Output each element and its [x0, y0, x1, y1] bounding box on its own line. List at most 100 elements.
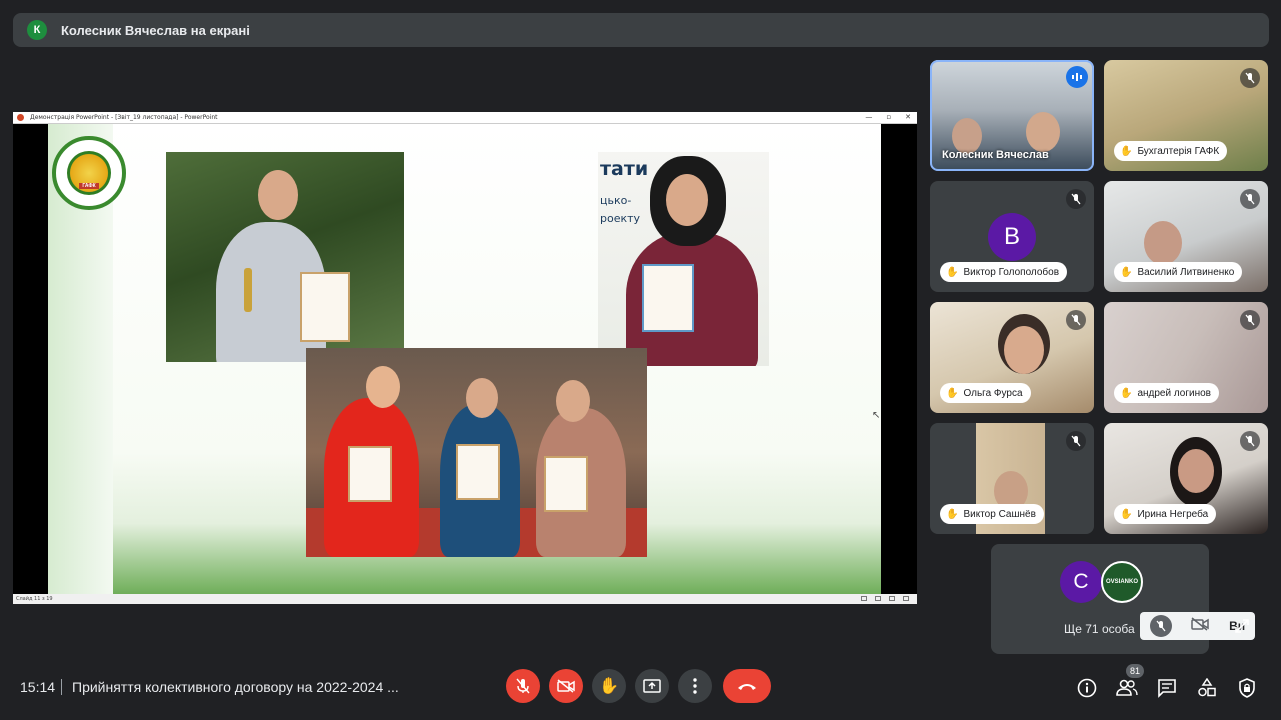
hand-icon: ✋ — [599, 678, 619, 695]
normal-view-icon — [875, 596, 881, 601]
participant-name-chip: ✋ Виктор Сашнёв — [940, 504, 1044, 524]
hand-icon: ✋ — [946, 266, 959, 278]
info-icon — [1077, 678, 1097, 698]
slide-heading-fragment: тати — [600, 158, 649, 180]
present-screen-button[interactable] — [635, 669, 669, 703]
presenting-label: Колесник Вячеслав на екрані — [61, 22, 250, 38]
presenting-banner: К Колесник Вячеслав на екрані — [13, 13, 1269, 47]
mic-off-icon — [1066, 189, 1086, 209]
participant-tile[interactable]: ✋ Василий Литвиненко — [1104, 181, 1268, 292]
participant-name-chip: ✋ Василий Литвиненко — [1114, 262, 1243, 282]
mic-toggle-button[interactable] — [506, 669, 540, 703]
wheat-emblem: ГАФК — [67, 151, 111, 195]
participant-name: Виктор Сашнёв — [963, 508, 1036, 520]
hang-up-icon — [738, 684, 756, 690]
ovsianko-logo: OVSIANKO — [1101, 561, 1143, 603]
more-options-button[interactable] — [678, 669, 712, 703]
participant-name-chip: ✋ андрей логинов — [1114, 383, 1219, 403]
title-divider — [61, 679, 62, 695]
slide-counter: Слайд 11 з 19 — [16, 596, 53, 602]
participant-name-chip: ✋ Ирина Негреба — [1114, 504, 1217, 524]
hand-icon: ✋ — [1120, 387, 1133, 399]
meet-window: К Колесник Вячеслав на екрані Демонстрац… — [0, 0, 1281, 720]
participant-tile[interactable]: ✋ Виктор Сашнёв — [930, 423, 1094, 534]
meeting-info-button[interactable] — [1076, 677, 1098, 699]
participant-name-chip: ✋ Бухгалтерія ГАФК — [1114, 141, 1228, 161]
participant-name: Василий Литвиненко — [1137, 266, 1235, 278]
chat-icon — [1158, 679, 1176, 698]
present-icon — [643, 679, 661, 693]
clock: 15:14 — [20, 679, 56, 695]
participant-tile[interactable]: ✋ Бухгалтерія ГАФК — [1104, 60, 1268, 171]
mic-off-icon — [1066, 431, 1086, 451]
meeting-title: Прийняття колективного договору на 2022-… — [72, 679, 399, 695]
people-icon — [1116, 679, 1138, 696]
people-count-badge: 81 — [1126, 664, 1144, 678]
mouse-cursor-icon: ↖ — [872, 410, 881, 421]
slideshow-icon — [903, 596, 909, 601]
people-button[interactable] — [1116, 677, 1138, 699]
participant-name-chip: ✋ Ольга Фурса — [940, 383, 1031, 403]
participant-name: андрей логинов — [1137, 387, 1211, 399]
speaking-indicator-icon — [1066, 66, 1088, 88]
participant-name: Ирина Негреба — [1137, 508, 1209, 520]
more-vert-icon — [693, 678, 697, 694]
hand-icon: ✋ — [946, 387, 959, 399]
slide-photo-man-award — [166, 152, 404, 362]
slide-text-line1: цько- — [600, 194, 632, 207]
slide-photo-three-women — [306, 348, 647, 557]
status-view-icons — [861, 596, 909, 601]
shared-screen[interactable]: Демонстрація PowerPoint - [Звіт_19 листо… — [13, 112, 917, 604]
participant-tile[interactable]: ✋ Ирина Негреба — [1104, 423, 1268, 534]
powerpoint-icon — [17, 114, 24, 121]
sorter-view-icon — [889, 596, 895, 601]
shield-lock-icon — [1239, 678, 1255, 698]
gafk-logo: ГАФК — [52, 136, 126, 210]
participant-tile[interactable]: ✋ Ольга Фурса — [930, 302, 1094, 413]
ppt-titlebar: Демонстрація PowerPoint - [Звіт_19 листо… — [13, 112, 917, 124]
hand-icon: ✋ — [946, 508, 959, 520]
bottom-toolbar: 15:14 Прийняття колективного договору на… — [0, 660, 1281, 720]
camera-toggle-button[interactable] — [549, 669, 583, 703]
activities-button[interactable] — [1196, 677, 1218, 699]
camera-off-icon — [557, 679, 575, 693]
mic-off-icon — [1240, 310, 1260, 330]
participant-name: Ольга Фурса — [963, 387, 1023, 399]
minimize-icon: — — [865, 113, 873, 121]
window-controls: — ▫ ✕ — [865, 113, 911, 121]
mic-off-icon — [1240, 68, 1260, 88]
participant-name-chip: ✋ Виктор Голополобов — [940, 262, 1068, 282]
ppt-statusbar: Слайд 11 з 19 — [13, 594, 917, 604]
slide: ГАФК тати цько- роекту ↖ — [48, 124, 881, 594]
participant-avatar: В — [988, 213, 1036, 261]
more-participants-label: Ще 71 особа — [1064, 622, 1135, 636]
slide-text-line2: роекту — [600, 212, 641, 225]
participant-name: Колесник Вячеслав — [942, 149, 1049, 161]
mic-off-icon — [1240, 431, 1260, 451]
slide-photo-woman-diploma: тати цько- роекту — [598, 152, 769, 366]
hand-icon: ✋ — [1120, 266, 1133, 278]
camera-off-icon[interactable] — [1191, 616, 1210, 636]
expand-icon[interactable] — [1233, 617, 1251, 635]
activities-icon — [1198, 678, 1216, 697]
host-controls-button[interactable] — [1236, 677, 1258, 699]
hand-icon: ✋ — [1120, 145, 1133, 157]
mic-off-icon — [1240, 189, 1260, 209]
close-icon: ✕ — [905, 113, 911, 121]
participant-avatar: С — [1060, 561, 1102, 603]
chat-button[interactable] — [1156, 677, 1178, 699]
participant-name: Виктор Голополобов — [963, 266, 1060, 278]
presenter-avatar: К — [27, 20, 47, 40]
leave-call-button[interactable] — [723, 669, 771, 703]
mic-off-icon[interactable] — [1149, 615, 1172, 637]
logo-label: ГАФК — [79, 183, 99, 189]
hand-icon: ✋ — [1120, 508, 1133, 520]
raise-hand-button[interactable]: ✋ — [592, 669, 626, 703]
notes-icon — [861, 596, 867, 601]
participant-tile[interactable]: Колесник Вячеслав — [930, 60, 1094, 171]
participant-tile[interactable]: В ✋ Виктор Голополобов — [930, 181, 1094, 292]
ovsianko-logo-text: OVSIANKO — [1105, 579, 1138, 585]
ppt-window-title: Демонстрація PowerPoint - [Звіт_19 листо… — [30, 114, 218, 121]
participant-name: Бухгалтерія ГАФК — [1137, 145, 1220, 157]
participant-tile[interactable]: ✋ андрей логинов — [1104, 302, 1268, 413]
